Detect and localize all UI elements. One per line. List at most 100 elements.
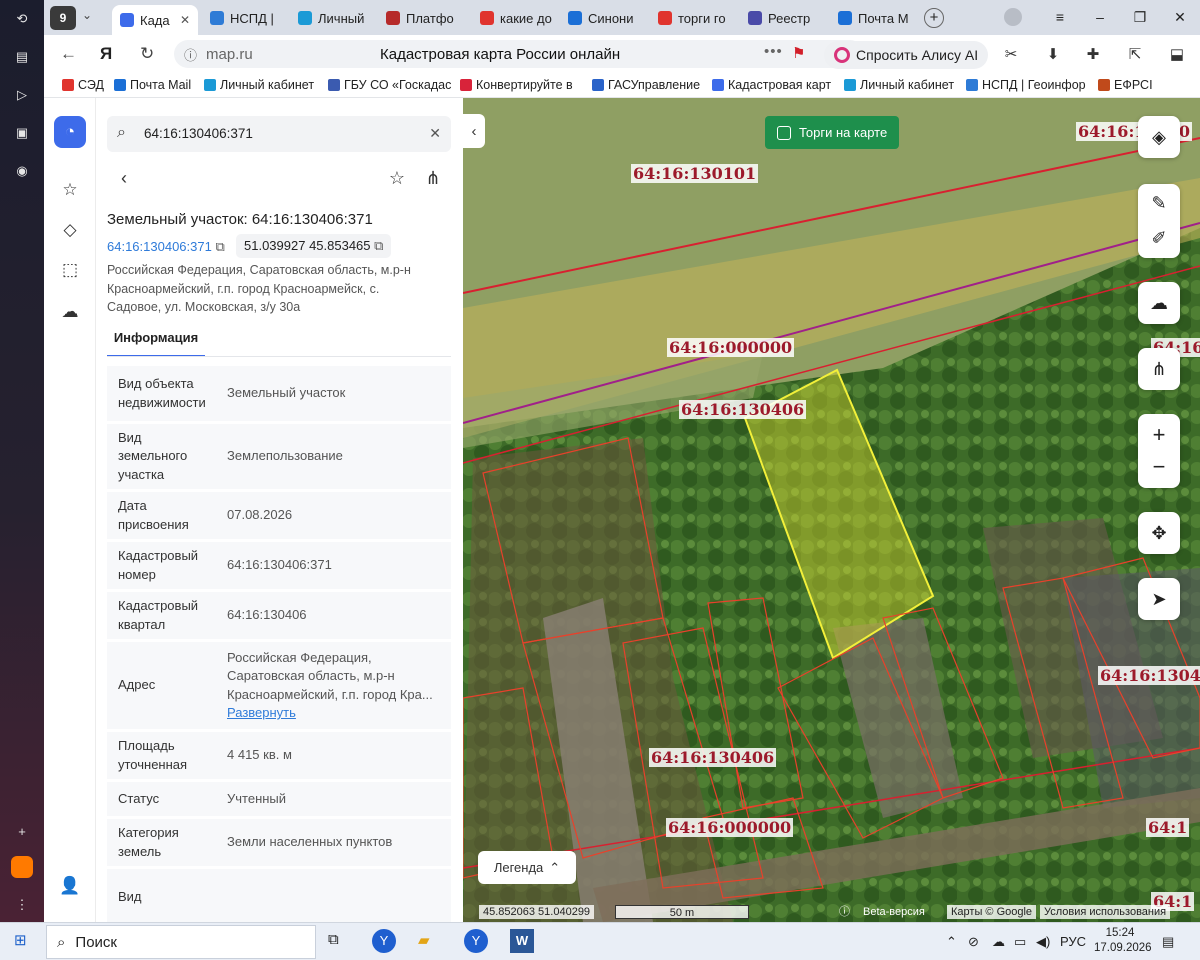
- cadastral-link[interactable]: 64:16:130406:371 ⧉: [107, 239, 225, 255]
- more-icon[interactable]: •••: [764, 43, 783, 60]
- play-icon[interactable]: ▷: [11, 84, 33, 106]
- pan-button[interactable]: ✥: [1138, 512, 1180, 554]
- bookmark-item[interactable]: Конвертируйте в: [460, 78, 588, 92]
- expand-link[interactable]: Развернуть: [227, 704, 433, 723]
- volume-icon[interactable]: ◀): [1036, 934, 1050, 950]
- share-map-button[interactable]: ⋔: [1138, 348, 1180, 390]
- yandex-browser-icon[interactable]: Y: [372, 929, 396, 953]
- add-icon[interactable]: +: [11, 820, 33, 842]
- word-icon[interactable]: W: [510, 929, 534, 953]
- tab-counter[interactable]: 9: [50, 6, 76, 30]
- bookmark-icon[interactable]: ⚑: [792, 44, 805, 62]
- bookmark-item[interactable]: Личный кабинет: [844, 78, 962, 92]
- star-icon[interactable]: ☆: [380, 161, 414, 195]
- favorites-icon[interactable]: ☆: [58, 178, 82, 202]
- user-icon[interactable]: 👤: [58, 874, 82, 898]
- puzzle-icon[interactable]: ✚: [1084, 45, 1102, 63]
- tab-5[interactable]: Синони: [560, 5, 646, 31]
- zoom-out-button[interactable]: −: [1153, 454, 1166, 480]
- select-area-icon[interactable]: ⬚: [58, 258, 82, 282]
- bookmark-item[interactable]: ГБУ СО «Госкадас: [328, 78, 456, 92]
- download-icon[interactable]: ⬇: [1044, 45, 1062, 63]
- legend-button[interactable]: Легенда ⌃: [478, 851, 576, 884]
- explorer-icon[interactable]: ▰: [418, 931, 430, 949]
- tab-6[interactable]: торги го: [650, 5, 736, 31]
- new-tab-button[interactable]: +: [924, 8, 944, 28]
- bookmark-item[interactable]: СЭД: [62, 78, 112, 92]
- download-tray-icon[interactable]: ⬓: [1168, 45, 1186, 63]
- collections-icon[interactable]: ▤: [11, 46, 33, 68]
- legend-label: Легенда: [493, 860, 544, 875]
- taskbar-search[interactable]: ⌕ Поиск: [46, 925, 316, 959]
- history-icon[interactable]: ⟲: [11, 8, 33, 30]
- bookmark-item[interactable]: ЕФРСІ: [1098, 78, 1158, 92]
- site-info-icon[interactable]: ⓘ: [184, 45, 197, 64]
- alice-button[interactable]: Спросить Алису AI: [824, 41, 989, 69]
- collapse-panel-button[interactable]: ‹: [463, 114, 485, 148]
- cadastral-link-text[interactable]: 64:16:130406:371: [107, 239, 212, 254]
- extension-icon[interactable]: ✂: [1002, 45, 1020, 63]
- upload-button[interactable]: ☁: [1138, 282, 1180, 324]
- share-icon[interactable]: ⋔: [416, 161, 450, 195]
- tab-2[interactable]: Личный: [290, 5, 374, 31]
- screenshot-icon[interactable]: ◉: [11, 160, 33, 182]
- locate-button[interactable]: ➤: [1138, 578, 1180, 620]
- app-icon[interactable]: [11, 856, 33, 878]
- share-icon[interactable]: ⇱: [1126, 45, 1144, 63]
- language-indicator[interactable]: РУС: [1060, 934, 1086, 949]
- draw-polygon-icon[interactable]: ◇: [58, 218, 82, 242]
- tabs-count-icon[interactable]: ▣: [11, 122, 33, 144]
- menu-icon[interactable]: ≡: [1040, 0, 1080, 35]
- app-logo[interactable]: ◔: [54, 116, 86, 148]
- yandex-browser-active-icon[interactable]: Y: [464, 929, 488, 953]
- more-icon[interactable]: ⋮: [11, 894, 33, 916]
- tab-1[interactable]: НСПД |: [202, 5, 286, 31]
- restore-button[interactable]: ❐: [1120, 0, 1160, 35]
- info-icon[interactable]: ⓘ: [835, 905, 854, 919]
- back-icon[interactable]: ←: [60, 44, 77, 64]
- map-view[interactable]: 64:16:130101 64:16:000000 64:16:130406 6…: [463, 98, 1200, 922]
- copy-icon[interactable]: ⧉: [215, 239, 224, 254]
- tab-3[interactable]: Платфо: [378, 5, 468, 31]
- clear-icon[interactable]: ✕: [429, 125, 441, 142]
- edit-icon[interactable]: ✐: [1151, 228, 1166, 249]
- zoom-in-button[interactable]: +: [1153, 422, 1166, 448]
- onedrive-icon[interactable]: ☁: [992, 934, 1005, 950]
- minimize-button[interactable]: –: [1080, 0, 1120, 35]
- torgi-checkbox[interactable]: [777, 125, 791, 140]
- network-icon[interactable]: ⊘: [968, 934, 979, 950]
- bookmark-item[interactable]: ГАСУправление: [592, 78, 708, 92]
- close-tab-icon[interactable]: ✕: [180, 13, 190, 27]
- battery-icon[interactable]: ▭: [1014, 934, 1026, 950]
- back-button[interactable]: ‹: [107, 161, 141, 195]
- tab-4[interactable]: какие до: [472, 5, 556, 31]
- reload-icon[interactable]: ↻: [140, 44, 154, 64]
- torgi-toggle[interactable]: Торги на карте: [765, 116, 899, 149]
- tab-8[interactable]: Почта М: [830, 5, 916, 31]
- layers-button[interactable]: ◈: [1138, 116, 1180, 158]
- coords-chip[interactable]: 51.039927 45.853465 ⧉: [236, 234, 392, 258]
- url-field[interactable]: ⓘ map.ru Кадастровая карта России онлайн…: [174, 40, 864, 68]
- tab-info[interactable]: Информация: [107, 330, 205, 357]
- ruler-icon[interactable]: ✎: [1151, 193, 1166, 214]
- chevron-down-icon[interactable]: ⌄: [82, 8, 92, 22]
- task-view-icon[interactable]: ⧉: [328, 931, 339, 948]
- search-box[interactable]: ⌕ 64:16:130406:371 ✕: [107, 116, 451, 152]
- bookmark-item[interactable]: Почта Mail: [114, 78, 200, 92]
- profile-avatar[interactable]: [1004, 8, 1022, 26]
- copy-icon[interactable]: ⧉: [374, 238, 383, 253]
- yandex-icon[interactable]: Я: [100, 44, 112, 64]
- bookmark-item[interactable]: Личный кабинет: [204, 78, 324, 92]
- bookmark-item[interactable]: Кадастровая карт: [712, 78, 840, 92]
- search-input[interactable]: 64:16:130406:371: [144, 126, 253, 141]
- terms-link[interactable]: Условия использования: [1040, 905, 1171, 919]
- tab-0[interactable]: Када ✕: [112, 5, 198, 35]
- start-icon[interactable]: ⊞: [14, 931, 27, 949]
- cloud-icon[interactable]: ☁: [58, 300, 82, 324]
- close-window-button[interactable]: ✕: [1160, 0, 1200, 35]
- clock[interactable]: 15:24 17.09.2026: [1094, 926, 1152, 956]
- bookmark-item[interactable]: НСПД | Геоинфор: [966, 78, 1094, 92]
- notifications-icon[interactable]: ▤: [1162, 934, 1174, 950]
- tab-7[interactable]: Реестр: [740, 5, 826, 31]
- tray-chevron-icon[interactable]: ⌃: [946, 934, 957, 950]
